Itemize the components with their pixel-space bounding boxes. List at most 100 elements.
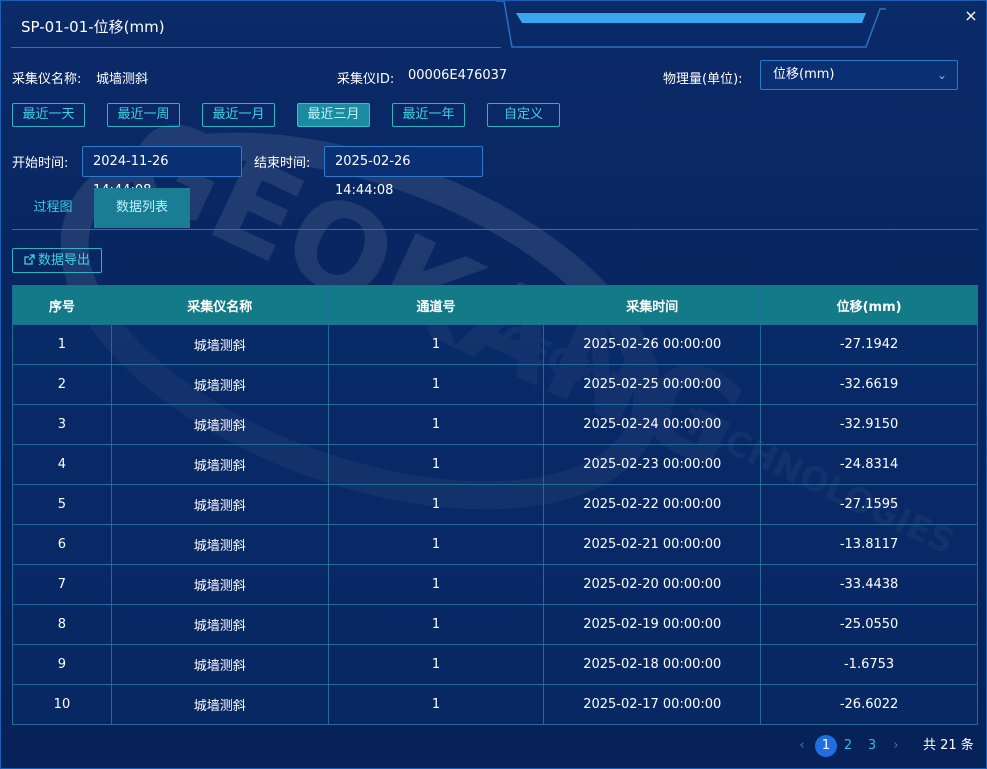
view-tabs: 过程图 数据列表 <box>12 188 978 230</box>
start-time-label: 开始时间: <box>12 156 69 171</box>
column-header-channel: 通道号 <box>327 285 545 325</box>
table-row: 3 城墙测斜 1 2025-02-24 00:00:00 -32.9150 <box>12 404 978 445</box>
cell-channel: 1 <box>327 644 545 685</box>
pagination: ‹ 1 2 3 › 共 21 条 <box>791 735 981 757</box>
cell-collect-time: 2025-02-26 00:00:00 <box>543 324 762 365</box>
cell-displacement: -33.4438 <box>760 564 978 605</box>
title-decoration <box>496 1 886 48</box>
collector-id-label: 采集仪ID: <box>337 72 395 87</box>
cell-channel: 1 <box>327 364 545 405</box>
cell-displacement: -32.6619 <box>760 364 978 405</box>
cell-collector-name: 城墙测斜 <box>110 484 329 525</box>
prev-page-icon[interactable]: ‹ <box>791 735 813 757</box>
table-row: 1 城墙测斜 1 2025-02-26 00:00:00 -27.1942 <box>12 324 978 365</box>
cell-collector-name: 城墙测斜 <box>110 324 329 365</box>
title-bar: SP-01-01-位移(mm) × <box>1 1 986 51</box>
tab-process-chart[interactable]: 过程图 <box>12 188 94 228</box>
export-button-label: 数据导出 <box>37 253 90 268</box>
cell-displacement: -24.8314 <box>760 444 978 485</box>
cell-collector-name: 城墙测斜 <box>110 604 329 645</box>
page-3-button[interactable]: 3 <box>861 735 883 757</box>
table-row: 10 城墙测斜 1 2025-02-17 00:00:00 -26.6022 <box>12 684 978 725</box>
table-row: 5 城墙测斜 1 2025-02-22 00:00:00 -27.1595 <box>12 484 978 525</box>
unit-select-value: 位移(mm) <box>773 67 835 82</box>
cell-channel: 1 <box>327 684 545 725</box>
column-header-displacement: 位移(mm) <box>760 285 978 325</box>
table-row: 8 城墙测斜 1 2025-02-19 00:00:00 -25.0550 <box>12 604 978 645</box>
page-2-button[interactable]: 2 <box>837 735 859 757</box>
cell-index: 10 <box>12 684 112 725</box>
table-row: 9 城墙测斜 1 2025-02-18 00:00:00 -1.6753 <box>12 644 978 685</box>
column-header-collector-name: 采集仪名称 <box>110 285 329 325</box>
unit-label: 物理量(单位): <box>663 72 743 87</box>
cell-channel: 1 <box>327 524 545 565</box>
next-page-icon[interactable]: › <box>885 735 907 757</box>
cell-index: 7 <box>12 564 112 605</box>
cell-channel: 1 <box>327 404 545 445</box>
export-button[interactable]: 数据导出 <box>12 248 102 273</box>
cell-collector-name: 城墙测斜 <box>110 364 329 405</box>
end-time-label: 结束时间: <box>254 156 311 171</box>
table-row: 6 城墙测斜 1 2025-02-21 00:00:00 -13.8117 <box>12 524 978 565</box>
cell-collect-time: 2025-02-20 00:00:00 <box>543 564 762 605</box>
cell-collect-time: 2025-02-25 00:00:00 <box>543 364 762 405</box>
cell-channel: 1 <box>327 604 545 645</box>
start-time-input[interactable]: 2024-11-26 14:44:08 <box>82 146 242 198</box>
cell-channel: 1 <box>327 564 545 605</box>
cell-index: 6 <box>12 524 112 565</box>
chevron-down-icon: ⌄ <box>936 68 947 82</box>
cell-collector-name: 城墙测斜 <box>110 684 329 725</box>
cell-channel: 1 <box>327 444 545 485</box>
collector-id-value: 00006E476037 <box>408 68 508 83</box>
range-button-custom[interactable]: 自定义 <box>487 103 560 127</box>
cell-index: 3 <box>12 404 112 445</box>
export-icon <box>24 254 35 265</box>
cell-index: 2 <box>12 364 112 405</box>
cell-displacement: -13.8117 <box>760 524 978 565</box>
table-row: 4 城墙测斜 1 2025-02-23 00:00:00 -24.8314 <box>12 444 978 485</box>
data-modal: GEOKANG GEOKANG TECHNOLOGIES CO.,LTD SP-… <box>0 0 987 769</box>
cell-collect-time: 2025-02-24 00:00:00 <box>543 404 762 445</box>
title-underline <box>11 47 501 48</box>
cell-displacement: -25.0550 <box>760 604 978 645</box>
close-icon[interactable]: × <box>962 7 980 25</box>
range-button-day[interactable]: 最近一天 <box>12 103 85 127</box>
table-row: 2 城墙测斜 1 2025-02-25 00:00:00 -32.6619 <box>12 364 978 405</box>
cell-collect-time: 2025-02-22 00:00:00 <box>543 484 762 525</box>
cell-displacement: -26.6022 <box>760 684 978 725</box>
end-time-input[interactable]: 2025-02-26 14:44:08 <box>324 146 483 198</box>
cell-collector-name: 城墙测斜 <box>110 404 329 445</box>
cell-index: 4 <box>12 444 112 485</box>
window-title: SP-01-01-位移(mm) <box>21 18 165 36</box>
cell-channel: 1 <box>327 484 545 525</box>
tab-data-list[interactable]: 数据列表 <box>94 188 190 228</box>
cell-collector-name: 城墙测斜 <box>110 444 329 485</box>
cell-collector-name: 城墙测斜 <box>110 644 329 685</box>
range-button-three-months[interactable]: 最近三月 <box>297 103 370 127</box>
column-header-collect-time: 采集时间 <box>543 285 762 325</box>
cell-collect-time: 2025-02-21 00:00:00 <box>543 524 762 565</box>
cell-collect-time: 2025-02-18 00:00:00 <box>543 644 762 685</box>
table-header-row: 序号 采集仪名称 通道号 采集时间 位移(mm) <box>12 285 978 325</box>
cell-collect-time: 2025-02-23 00:00:00 <box>543 444 762 485</box>
collector-name-label: 采集仪名称: <box>12 72 82 87</box>
collector-name-value: 城墙测斜 <box>96 72 149 87</box>
cell-displacement: -27.1942 <box>760 324 978 365</box>
cell-index: 8 <box>12 604 112 645</box>
cell-displacement: -32.9150 <box>760 404 978 445</box>
cell-index: 5 <box>12 484 112 525</box>
cell-channel: 1 <box>327 324 545 365</box>
cell-collector-name: 城墙测斜 <box>110 524 329 565</box>
cell-displacement: -1.6753 <box>760 644 978 685</box>
cell-collect-time: 2025-02-17 00:00:00 <box>543 684 762 725</box>
unit-select[interactable]: 位移(mm) ⌄ <box>760 60 958 90</box>
data-table: 序号 采集仪名称 通道号 采集时间 位移(mm) 1 城墙测斜 1 2025-0… <box>12 285 978 725</box>
cell-collect-time: 2025-02-19 00:00:00 <box>543 604 762 645</box>
column-header-index: 序号 <box>12 285 112 325</box>
range-button-year[interactable]: 最近一年 <box>392 103 465 127</box>
range-button-week[interactable]: 最近一周 <box>107 103 180 127</box>
page-1-button[interactable]: 1 <box>815 735 837 757</box>
range-button-month[interactable]: 最近一月 <box>202 103 275 127</box>
total-count: 共 21 条 <box>923 738 974 753</box>
cell-index: 9 <box>12 644 112 685</box>
